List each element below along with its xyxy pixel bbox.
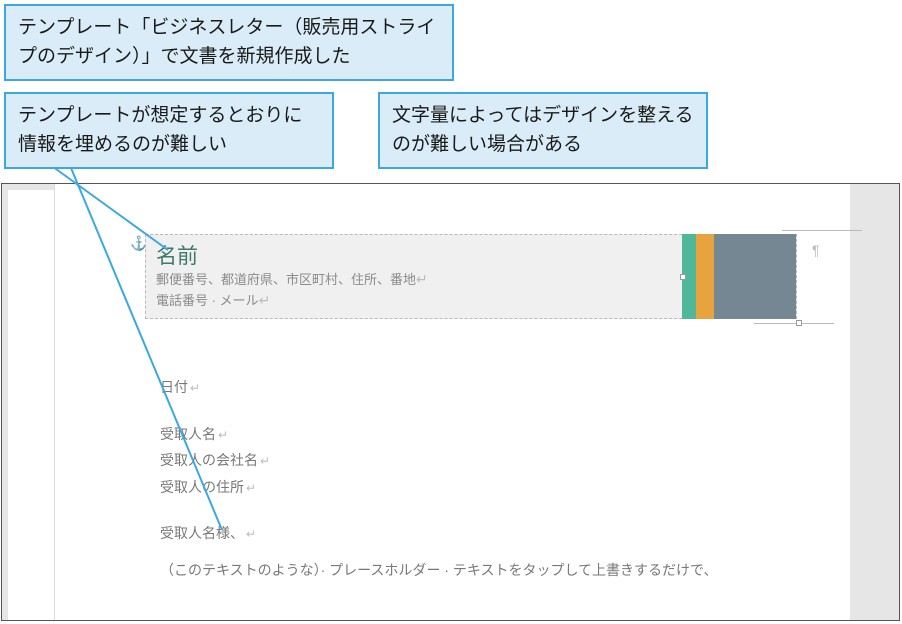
recipient-address-placeholder[interactable]: 受取人の住所 <box>160 474 717 501</box>
callout-template-created: テンプレート「ビジネスレター（販売用ストライプのデザイン）」で文書を新規作成した <box>4 4 454 81</box>
paragraph-mark-icon: ¶ <box>812 242 820 258</box>
page[interactable]: ⚓ 名前 郵便番号、都道府県、市区町村、住所、番地↵ 電話番号 · メール↵ ¶… <box>54 184 850 620</box>
stripe-decoration[interactable] <box>682 234 796 319</box>
letter-body[interactable]: 日付 受取人名 受取人の会社名 受取人の住所 受取人名様、 （このテキストのよう… <box>160 374 717 584</box>
anchor-icon: ⚓ <box>130 235 144 249</box>
sender-contact-placeholder[interactable]: 電話番号 · メール↵ <box>156 290 270 309</box>
selection-handle-line-top <box>782 230 862 231</box>
recipient-name-placeholder[interactable]: 受取人名 <box>160 421 717 448</box>
salutation-placeholder[interactable]: 受取人名様、 <box>160 520 717 547</box>
selection-handle-line-bottom <box>754 323 834 324</box>
callout-hard-to-fill: テンプレートが想定するとおりに情報を埋めるのが難しい <box>4 92 334 169</box>
body-paragraph-placeholder[interactable]: （このテキストのような）· プレースホルダー · テキストをタップして上書きする… <box>160 557 717 584</box>
stripe-orange <box>696 234 714 319</box>
sender-name-placeholder[interactable]: 名前 <box>156 240 198 270</box>
selection-handle-dot[interactable] <box>796 320 802 326</box>
ruler-left <box>2 184 8 620</box>
date-placeholder[interactable]: 日付 <box>160 374 717 401</box>
callout-hard-to-layout: 文字量によってはデザインを整えるのが難しい場合がある <box>378 92 708 169</box>
stripe-gray <box>714 234 796 319</box>
sender-address-placeholder[interactable]: 郵便番号、都道府県、市区町村、住所、番地↵ <box>156 269 428 288</box>
word-document-view: ⚓ 名前 郵便番号、都道府県、市区町村、住所、番地↵ 電話番号 · メール↵ ¶… <box>1 183 900 621</box>
callout-text: 文字量によってはデザインを整えるのが難しい場合がある <box>392 105 694 155</box>
sender-contact-text: 電話番号 · メール <box>156 293 259 308</box>
sender-address-text: 郵便番号、都道府県、市区町村、住所、番地 <box>156 272 416 287</box>
selection-handle-dot[interactable] <box>680 274 686 280</box>
page-edge-right <box>850 184 900 620</box>
recipient-company-placeholder[interactable]: 受取人の会社名 <box>160 447 717 474</box>
page-edge-left <box>54 184 57 620</box>
callout-text: テンプレートが想定するとおりに情報を埋めるのが難しい <box>18 105 302 155</box>
callout-text: テンプレート「ビジネスレター（販売用ストライプのデザイン）」で文書を新規作成した <box>18 17 435 67</box>
